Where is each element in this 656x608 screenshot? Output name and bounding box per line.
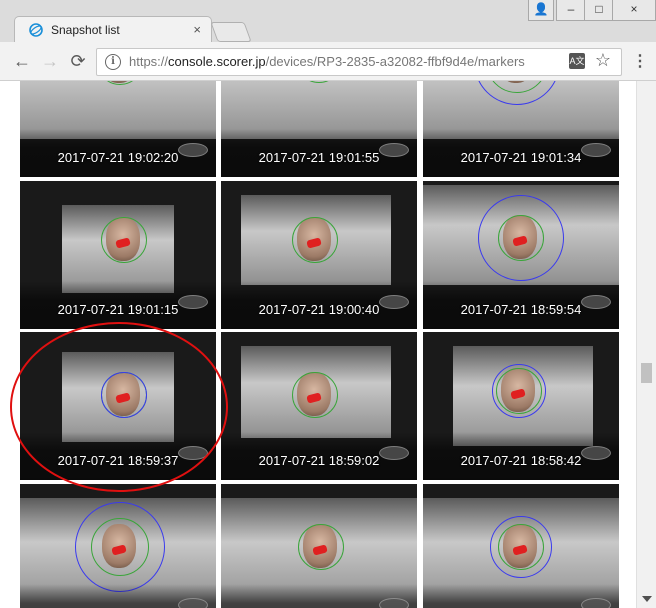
reload-icon[interactable]: ⟳ xyxy=(68,51,88,71)
snapshot-card[interactable]: 2017-07-21 18:59:37 xyxy=(20,332,216,480)
snapshot-timestamp: 2017-07-21 19:01:15 xyxy=(57,302,179,317)
snapshot-card[interactable]: 2017-07-21 19:01:55 xyxy=(221,81,417,177)
tab-title: Snapshot list xyxy=(51,23,120,37)
snapshot-timestamp: 2017-07-21 18:58:42 xyxy=(460,453,582,468)
snapshot-card[interactable] xyxy=(221,484,417,608)
snapshot-card[interactable]: 2017-07-21 18:59:54 xyxy=(423,181,619,329)
snapshot-card[interactable]: 2017-07-21 19:01:15 xyxy=(20,181,216,329)
snapshot-card[interactable]: 2017-07-21 19:00:40 xyxy=(221,181,417,329)
tab-close-icon[interactable]: × xyxy=(193,22,201,37)
snapshot-card[interactable]: 2017-07-21 18:59:02 xyxy=(221,332,417,480)
watermark-oval xyxy=(581,598,611,608)
back-arrow-icon[interactable]: ← xyxy=(12,51,32,71)
title-bar: Snapshot list × 👤 – □ × xyxy=(0,0,656,43)
snapshot-card[interactable]: 2017-07-21 18:58:42 xyxy=(423,332,619,480)
snapshot-card[interactable]: 2017-07-21 19:02:20 xyxy=(20,81,216,177)
watermark-oval xyxy=(379,598,409,608)
snapshot-timestamp: 2017-07-21 18:59:37 xyxy=(57,453,179,468)
minimize-icon[interactable]: – xyxy=(556,0,586,21)
snapshot-card[interactable] xyxy=(20,484,216,608)
close-icon[interactable]: × xyxy=(612,0,656,21)
snapshot-card[interactable] xyxy=(423,484,619,608)
new-tab-button[interactable] xyxy=(210,22,252,42)
address-bar[interactable]: i https://console.scorer.jp/devices/RP3-… xyxy=(96,48,622,76)
watermark-oval xyxy=(178,598,208,608)
info-icon[interactable]: i xyxy=(105,54,121,70)
forward-arrow-icon[interactable]: → xyxy=(40,51,60,71)
browser-toolbar: ← → ⟳ i https://console.scorer.jp/device… xyxy=(0,42,656,81)
vertical-scrollbar[interactable] xyxy=(636,81,656,608)
menu-icon[interactable]: ⋮ xyxy=(632,51,648,71)
snapshot-card[interactable]: 2017-07-21 19:01:34 xyxy=(423,81,619,177)
maximize-icon[interactable]: □ xyxy=(584,0,614,21)
snapshot-timestamp: 2017-07-21 18:59:02 xyxy=(258,453,380,468)
snapshot-timestamp: 2017-07-21 19:01:55 xyxy=(258,150,380,165)
snapshot-timestamp: 2017-07-21 19:01:34 xyxy=(460,150,582,165)
url-host: console.scorer.jp xyxy=(168,54,266,69)
scroll-down-arrow-icon[interactable] xyxy=(642,596,652,602)
user-icon[interactable]: 👤 xyxy=(528,0,554,21)
url-text[interactable]: https://console.scorer.jp/devices/RP3-28… xyxy=(129,54,525,69)
globe-favicon-icon xyxy=(29,23,43,37)
url-path: /devices/RP3-2835-a32082-ffbf9d4e/marker… xyxy=(265,54,525,69)
browser-tab[interactable]: Snapshot list × xyxy=(14,16,212,43)
scrollbar-thumb[interactable] xyxy=(641,363,652,383)
snapshot-timestamp: 2017-07-21 19:02:20 xyxy=(57,150,179,165)
snapshot-timestamp: 2017-07-21 18:59:54 xyxy=(460,302,582,317)
url-scheme: https:// xyxy=(129,54,169,69)
translate-icon[interactable]: A文 xyxy=(569,53,585,69)
snapshot-grid: 2017-07-21 19:02:20 2017-07-21 19:01:55 20… xyxy=(0,81,636,608)
star-icon[interactable]: ☆ xyxy=(595,50,611,71)
snapshot-timestamp: 2017-07-21 19:00:40 xyxy=(258,302,380,317)
